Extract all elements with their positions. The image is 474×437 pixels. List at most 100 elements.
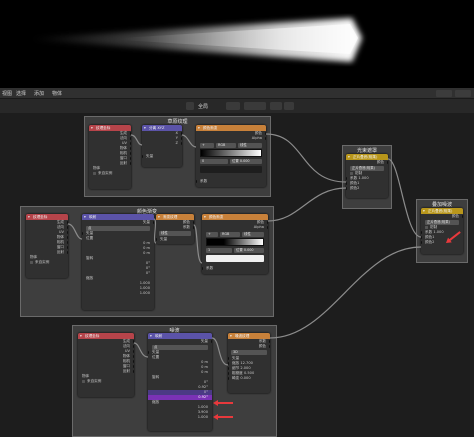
- node-editor-canvas[interactable]: 草原纹理 纹理坐标 生成 法向 UV 物体 相机 窗口 反射 物体 来自实例 分…: [0, 113, 474, 437]
- input-socket[interactable]: [202, 267, 204, 270]
- node-gradient-tex[interactable]: 渐变纹理 颜色 系数 线性 矢量: [156, 214, 194, 244]
- menu-view[interactable]: 视图: [2, 90, 12, 97]
- output-socket[interactable]: [386, 161, 388, 164]
- input-socket[interactable]: [346, 177, 348, 180]
- ramp-stop-color[interactable]: [206, 255, 264, 262]
- output-socket[interactable]: [66, 251, 68, 254]
- falloff-icon[interactable]: [284, 102, 294, 110]
- shading-toggle[interactable]: [436, 90, 452, 97]
- ramp-add-stop[interactable]: +: [200, 143, 214, 148]
- output-socket[interactable]: [66, 231, 68, 234]
- ramp-interp-select[interactable]: 线性: [238, 143, 262, 148]
- ramp-mode-select[interactable]: RGB: [216, 143, 236, 148]
- transform-icon[interactable]: [186, 102, 194, 110]
- scale-z[interactable]: 1.000: [148, 415, 212, 420]
- node-tex-coord-top[interactable]: 纹理坐标 生成 法向 UV 物体 相机 窗口 反射 物体 来自实例: [89, 125, 131, 189]
- output-socket[interactable]: [264, 137, 266, 140]
- output-socket[interactable]: [210, 340, 212, 343]
- input-socket[interactable]: [228, 367, 230, 370]
- ramp-position[interactable]: 位置 0.000: [230, 159, 262, 164]
- input-socket[interactable]: [421, 231, 423, 234]
- menu-object[interactable]: 物体: [52, 90, 62, 97]
- noise-dim-select[interactable]: 3D: [231, 350, 267, 355]
- output-socket[interactable]: [266, 221, 268, 224]
- instancer-checkbox[interactable]: [93, 171, 96, 175]
- output-socket[interactable]: [129, 137, 131, 140]
- ramp-interp-select[interactable]: 线性: [242, 232, 264, 237]
- output-socket[interactable]: [461, 215, 463, 218]
- proportional-icon[interactable]: [270, 102, 282, 110]
- mapping-type-select[interactable]: 点: [86, 226, 150, 231]
- ramp-position[interactable]: 位置 0.000: [234, 248, 264, 253]
- snap-toggle[interactable]: [244, 102, 266, 110]
- instancer-checkbox[interactable]: [82, 379, 85, 383]
- output-socket[interactable]: [192, 226, 194, 229]
- clamp-checkbox[interactable]: [425, 225, 428, 229]
- output-socket[interactable]: [66, 221, 68, 224]
- output-socket[interactable]: [129, 142, 131, 145]
- scale-z[interactable]: 1.000: [82, 291, 154, 296]
- overlay-toggle[interactable]: [455, 90, 471, 97]
- color-ramp-gradient[interactable]: [206, 238, 264, 246]
- output-socket[interactable]: [132, 365, 134, 368]
- input-socket[interactable]: [196, 180, 198, 183]
- node-mix-add[interactable]: 正片叠底(相乘) 颜色 正片叠底(相乘) 钳制 系数 1.000 颜色1 颜色2: [421, 208, 463, 254]
- output-socket[interactable]: [132, 350, 134, 353]
- mix-mode-select[interactable]: 正片叠底(相乘): [425, 220, 459, 225]
- output-socket[interactable]: [180, 132, 182, 135]
- noise-param-row[interactable]: 畸变 0.000: [228, 376, 270, 381]
- output-socket[interactable]: [268, 340, 270, 343]
- output-socket[interactable]: [129, 152, 131, 155]
- node-mapping-noise[interactable]: 映射 矢量 点 矢量 位置 0 m 0 m 0 m 旋转 0° 0.92° 0°…: [148, 333, 212, 431]
- output-socket[interactable]: [66, 226, 68, 229]
- input-socket[interactable]: [142, 155, 144, 158]
- pivot-icon[interactable]: [226, 102, 240, 110]
- input-socket[interactable]: [228, 377, 230, 380]
- output-socket[interactable]: [66, 246, 68, 249]
- output-socket[interactable]: [129, 132, 131, 135]
- node-sep-xyz-top[interactable]: 分离 XYZ X Y Z 矢量: [142, 125, 182, 167]
- output-socket[interactable]: [129, 162, 131, 165]
- output-socket[interactable]: [66, 241, 68, 244]
- input-socket[interactable]: [148, 351, 150, 354]
- output-socket[interactable]: [266, 226, 268, 229]
- output-socket[interactable]: [268, 345, 270, 348]
- instancer-checkbox[interactable]: [30, 260, 33, 264]
- input-socket[interactable]: [421, 236, 423, 239]
- output-socket[interactable]: [264, 132, 266, 135]
- output-socket[interactable]: [129, 147, 131, 150]
- output-socket[interactable]: [132, 360, 134, 363]
- output-socket[interactable]: [152, 221, 154, 224]
- node-color-ramp-top[interactable]: 颜色渐变 颜色 Alpha + RGB 线性 0 位置 0.000 系数: [196, 125, 266, 187]
- output-socket[interactable]: [129, 157, 131, 160]
- output-socket[interactable]: [132, 370, 134, 373]
- input-socket[interactable]: [421, 241, 423, 244]
- node-tex-coord-bottom[interactable]: 纹理坐标 生成 法向 UV 物体 相机 窗口 反射 物体 来自实例: [78, 333, 134, 397]
- input-socket[interactable]: [346, 182, 348, 185]
- output-socket[interactable]: [192, 221, 194, 224]
- output-socket[interactable]: [132, 345, 134, 348]
- ramp-stop-index[interactable]: 0: [200, 159, 228, 164]
- node-mix-beam[interactable]: 正片叠底(相乘) 颜色 正片叠底(相乘) 钳制 系数 1.000 颜色1 颜色2: [346, 154, 388, 198]
- ramp-stop-index[interactable]: 1: [206, 248, 232, 253]
- input-socket[interactable]: [228, 357, 230, 360]
- input-socket[interactable]: [82, 232, 84, 235]
- menu-add[interactable]: 添加: [34, 90, 44, 97]
- input-socket[interactable]: [156, 238, 158, 241]
- input-socket[interactable]: [346, 187, 348, 190]
- node-color-ramp-mid[interactable]: 颜色渐变 颜色 Alpha + RGB 线性 1 位置 0.000 系数: [202, 214, 268, 274]
- node-mapping-mid[interactable]: 映射 矢量 点 矢量 位置 0 m 0 m 0 m 旋转 0° 0° 0° 缩放…: [82, 214, 154, 310]
- input-socket[interactable]: [228, 362, 230, 365]
- output-socket[interactable]: [132, 355, 134, 358]
- mapping-type-select[interactable]: 点: [152, 345, 208, 350]
- color-ramp-gradient[interactable]: [200, 149, 262, 157]
- gradient-type-select[interactable]: 线性: [159, 231, 191, 236]
- output-socket[interactable]: [180, 142, 182, 145]
- input-socket[interactable]: [228, 372, 230, 375]
- ramp-stop-color[interactable]: [200, 166, 262, 173]
- clamp-checkbox[interactable]: [350, 171, 353, 175]
- output-socket[interactable]: [132, 340, 134, 343]
- menu-select[interactable]: 选择: [16, 90, 26, 97]
- node-noise-tex[interactable]: 噪波纹理 系数 颜色 3D 矢量 缩放 12.700 细节 2.000 粗糙度 …: [228, 333, 270, 393]
- ramp-mode-select[interactable]: RGB: [220, 232, 240, 237]
